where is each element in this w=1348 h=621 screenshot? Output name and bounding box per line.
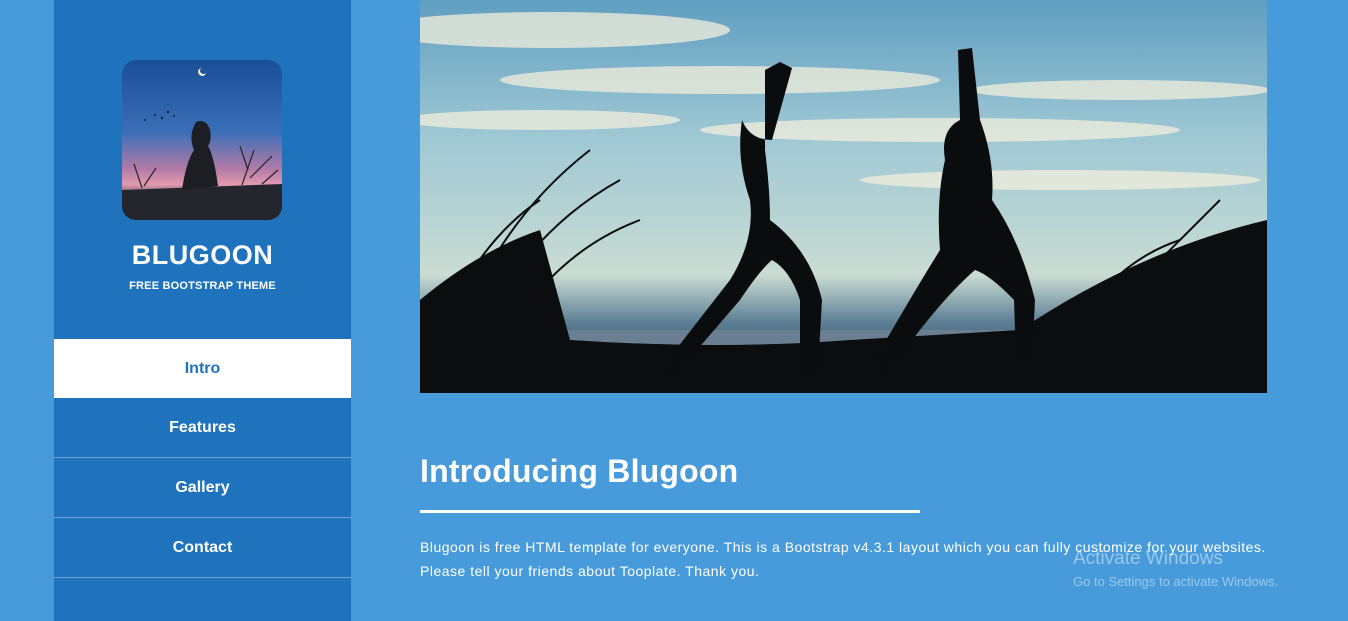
watermark-subtitle: Go to Settings to activate Windows. xyxy=(1073,574,1279,589)
yoga-silhouette-image xyxy=(420,0,1267,393)
title-divider xyxy=(420,510,920,513)
nav-item-features[interactable]: Features xyxy=(54,398,351,458)
nav-item-gallery[interactable]: Gallery xyxy=(54,458,351,518)
sidebar-nav: Intro Features Gallery Contact xyxy=(54,339,351,578)
brand-tagline: FREE BOOTSTRAP THEME xyxy=(129,280,276,292)
page-title: Introducing Blugoon xyxy=(420,453,739,489)
activate-windows-watermark: Activate Windows Go to Settings to activ… xyxy=(1073,548,1278,592)
logo-image xyxy=(122,60,282,220)
silhouette-girl-image xyxy=(122,60,282,220)
brand-name: BLUGOON xyxy=(131,240,274,270)
watermark-title: Activate Windows xyxy=(1073,548,1223,569)
hero-image xyxy=(420,0,1267,393)
nav-item-intro[interactable]: Intro xyxy=(54,339,351,398)
sidebar: BLUGOON FREE BOOTSTRAP THEME Intro Featu… xyxy=(54,0,351,621)
nav-item-contact[interactable]: Contact xyxy=(54,518,351,578)
